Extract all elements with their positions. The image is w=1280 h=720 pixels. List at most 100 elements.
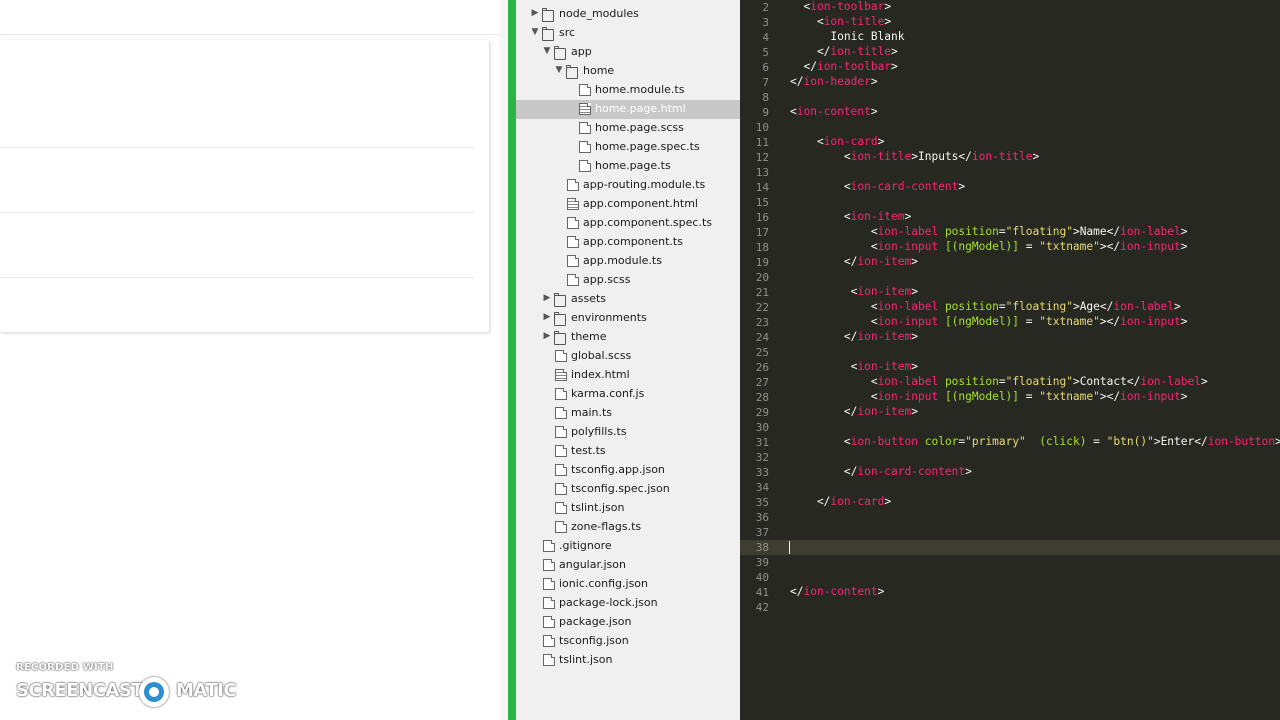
chevron-right-icon[interactable]: ▶ — [542, 312, 552, 322]
tree-item[interactable]: app.component.html — [516, 195, 740, 214]
code-line[interactable]: </ion-card-content> — [790, 465, 972, 480]
code-line[interactable]: </ion-card> — [790, 495, 891, 510]
chevron-down-icon[interactable]: ▼ — [554, 65, 564, 75]
tree-item[interactable]: tsconfig.app.json — [516, 461, 740, 480]
code-line[interactable]: <ion-card-content> — [790, 180, 965, 195]
code-line[interactable]: <ion-item> — [790, 360, 918, 375]
tree-item[interactable]: package.json — [516, 613, 740, 632]
tree-item[interactable]: ▶ theme — [516, 328, 740, 347]
tree-item[interactable]: karma.conf.js — [516, 385, 740, 404]
code-token: > — [891, 60, 898, 73]
code-line[interactable]: </ion-item> — [790, 405, 918, 420]
tree-item[interactable]: package-lock.json — [516, 594, 740, 613]
tree-item[interactable]: ▶ environments — [516, 309, 740, 328]
tree-item[interactable]: app-routing.module.ts — [516, 176, 740, 195]
code-token: > — [1180, 225, 1188, 238]
chevron-down-icon[interactable]: ▼ — [542, 46, 552, 56]
file-icon — [543, 654, 555, 666]
tree-item-label: home.module.ts — [595, 83, 685, 96]
tree-item-label: app.component.html — [583, 197, 698, 210]
code-token: = — [1019, 315, 1040, 328]
tree-item[interactable]: app.scss — [516, 271, 740, 290]
code-token: ion-input — [1120, 240, 1181, 253]
tree-item-label: app.module.ts — [583, 254, 662, 267]
code-line[interactable]: <ion-title>Inputs</ion-title> — [790, 150, 1039, 165]
pane-divider[interactable] — [500, 0, 508, 720]
tree-item[interactable]: tslint.json — [516, 499, 740, 518]
tree-item-label: tsconfig.json — [559, 634, 629, 647]
tree-item[interactable]: tslint.json — [516, 651, 740, 670]
code-token: </ — [790, 405, 858, 418]
chevron-right-icon[interactable]: ▶ — [542, 331, 552, 341]
code-token: "primary" — [965, 435, 1026, 448]
tree-item[interactable]: tsconfig.spec.json — [516, 480, 740, 499]
code-line[interactable]: </ion-title> — [790, 45, 898, 60]
chevron-right-icon[interactable]: ▶ — [530, 8, 540, 18]
code-token: ion-content — [803, 585, 878, 598]
tree-item[interactable]: ▼ src — [516, 24, 740, 43]
file-icon — [567, 255, 579, 267]
tree-item-label: app — [571, 45, 592, 58]
line-number: 30 — [755, 421, 769, 434]
tree-item[interactable]: home.page.html — [516, 100, 740, 119]
tree-item[interactable]: .gitignore — [516, 537, 740, 556]
file-icon — [579, 141, 591, 153]
code-line[interactable]: <ion-item> — [790, 210, 911, 225]
code-line[interactable]: <ion-toolbar> — [790, 0, 891, 15]
tree-item[interactable]: home.page.scss — [516, 119, 740, 138]
code-token: ion-label — [877, 225, 939, 238]
watermark-brand-right: MATIC — [176, 680, 237, 701]
tree-item[interactable]: angular.json — [516, 556, 740, 575]
code-token: > — [911, 255, 918, 268]
tree-item[interactable]: global.scss — [516, 347, 740, 366]
code-line[interactable]: <ion-input [(ngModel)] = "txtname"></ion… — [790, 315, 1188, 330]
chevron-down-icon[interactable]: ▼ — [530, 27, 540, 37]
tree-item[interactable]: main.ts — [516, 404, 740, 423]
tree-item[interactable]: index.html — [516, 366, 740, 385]
code-editor[interactable]: 2 <ion-toolbar> 3 <ion-title> 4 Ionic Blan… — [740, 0, 1280, 720]
tree-item[interactable]: ▼ home — [516, 62, 740, 81]
code-line[interactable]: <ion-content> — [790, 105, 878, 120]
code-line[interactable]: <ion-input [(ngModel)] = "txtname"></ion… — [790, 390, 1188, 405]
tree-item[interactable]: home.page.ts — [516, 157, 740, 176]
code-token: ion-label — [877, 375, 939, 388]
tree-item[interactable]: app.component.ts — [516, 233, 740, 252]
tree-item-label: karma.conf.js — [571, 387, 645, 400]
line-number: 34 — [755, 481, 769, 494]
code-line[interactable]: Ionic Blank — [790, 30, 904, 45]
code-token: ion-item — [850, 210, 905, 223]
code-line[interactable]: <ion-item> — [790, 285, 918, 300]
tree-item[interactable]: home.module.ts — [516, 81, 740, 100]
code-token: </ — [958, 150, 972, 163]
code-line[interactable]: </ion-content> — [790, 585, 884, 600]
code-token: </ — [790, 585, 804, 598]
code-line[interactable]: </ion-item> — [790, 330, 918, 345]
tree-item[interactable]: tsconfig.json — [516, 632, 740, 651]
tree-item[interactable]: home.page.spec.ts — [516, 138, 740, 157]
code-line[interactable]: </ion-header> — [790, 75, 878, 90]
code-token: ion-input — [877, 240, 939, 253]
code-line[interactable]: <ion-card> — [790, 135, 884, 150]
chevron-right-icon[interactable]: ▶ — [542, 293, 552, 303]
tree-item[interactable]: app.module.ts — [516, 252, 740, 271]
tree-item[interactable]: zone-flags.ts — [516, 518, 740, 537]
code-token: < — [790, 435, 851, 448]
tree-item[interactable]: test.ts — [516, 442, 740, 461]
code-line[interactable]: <ion-label position="floating">Age</ion-… — [790, 300, 1181, 315]
code-line[interactable]: <ion-input [(ngModel)] = "txtname"></ion… — [790, 240, 1188, 255]
tree-item[interactable]: app.component.spec.ts — [516, 214, 740, 233]
code-line[interactable]: <ion-title> — [790, 15, 891, 30]
watermark-brand-left: SCREENCAST — [16, 680, 144, 701]
code-line[interactable]: </ion-item> — [790, 255, 918, 270]
tree-item[interactable]: ▶ node_modules — [516, 5, 740, 24]
code-line[interactable]: </ion-toolbar> — [790, 60, 898, 75]
file-icon — [543, 597, 555, 609]
tree-item[interactable]: ▼ app — [516, 43, 740, 62]
tree-item[interactable]: ▶ assets — [516, 290, 740, 309]
code-line[interactable]: <ion-label position="floating">Contact</… — [790, 375, 1208, 390]
code-line[interactable]: <ion-button color="primary" (click) = "b… — [790, 435, 1280, 450]
tree-item[interactable]: ionic.config.json — [516, 575, 740, 594]
code-line[interactable]: <ion-label position="floating">Name</ion… — [790, 225, 1188, 240]
code-token: > — [877, 585, 885, 598]
tree-item[interactable]: polyfills.ts — [516, 423, 740, 442]
